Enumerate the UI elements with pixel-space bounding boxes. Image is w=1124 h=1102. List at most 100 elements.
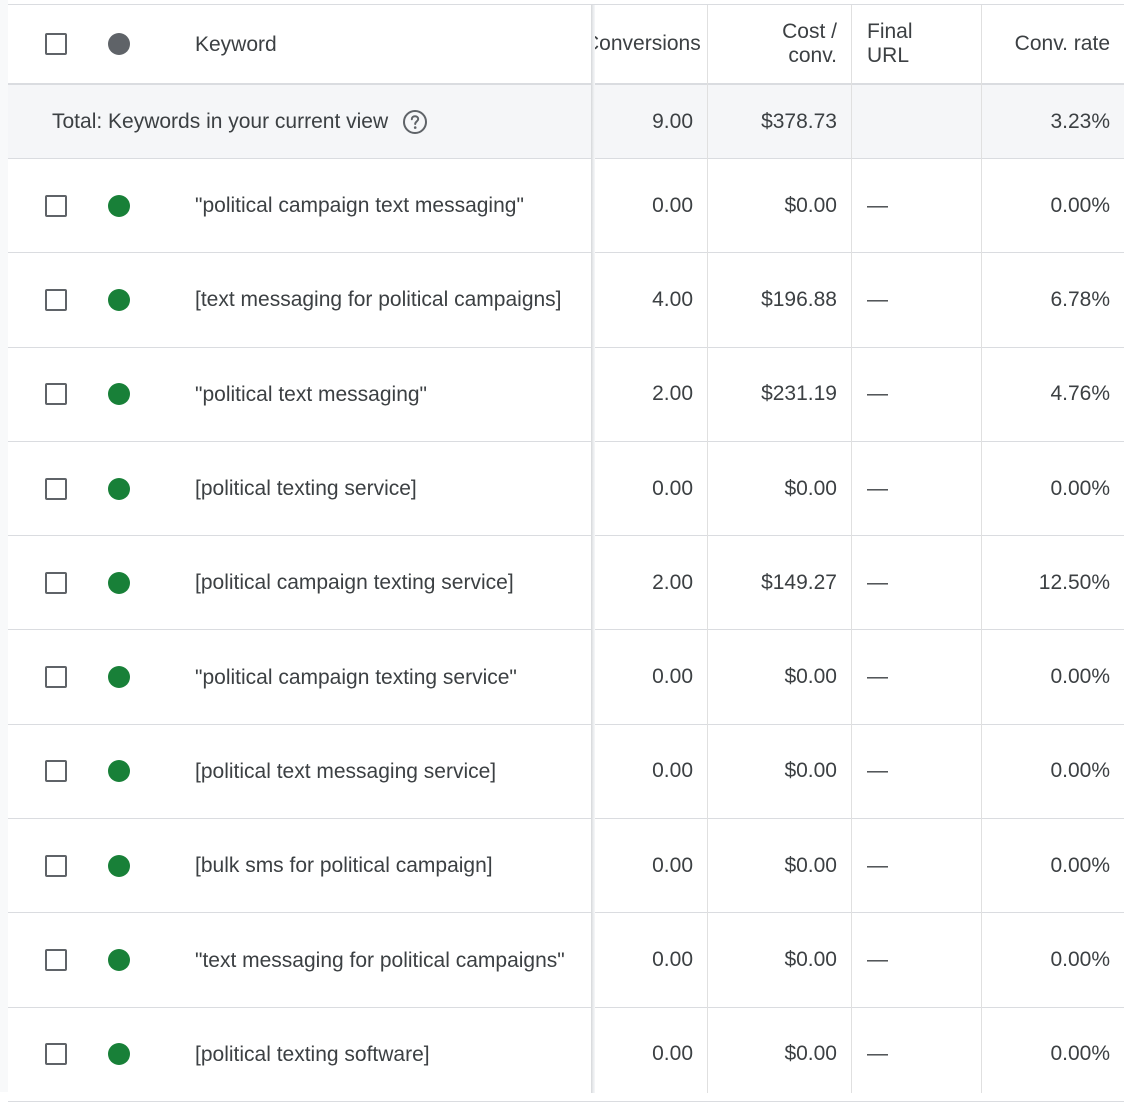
row-checkbox-icon[interactable] [45,383,67,406]
row-checkbox-icon[interactable] [45,854,67,877]
total-final-url [852,85,982,158]
table-row[interactable]: "political campaign text messaging" 0.00 $… [8,159,1124,254]
table-row[interactable]: [political texting service] 0.00 $0.00 — 0.0… [8,442,1124,537]
keyword-cell[interactable]: "political campaign texting service" [195,631,585,724]
conversions-cell: 2.00 [652,570,693,594]
final-url-cell: — [867,476,888,500]
conversions-cell: 0.00 [652,853,693,877]
status-cell[interactable] [108,1008,132,1101]
keyword-cell[interactable]: [political texting service] [195,442,585,535]
keyword-text: "text messaging for political campaigns" [195,948,565,972]
row-checkbox-icon[interactable] [45,194,67,217]
status-cell[interactable] [108,819,132,912]
conversions-cell: 0.00 [652,193,693,217]
status-enabled-dot-icon [108,949,130,972]
keyword-text: [political campaign texting service] [195,571,514,595]
table-row[interactable]: [political text messaging service] 0.00 $0… [8,725,1124,820]
row-select-cell[interactable] [45,725,73,818]
status-enabled-dot-icon [108,571,130,594]
row-checkbox-icon[interactable] [45,288,67,311]
keyword-cell[interactable]: [political campaign texting service] [195,536,585,629]
row-select-cell[interactable] [45,442,73,535]
conversions-column-header[interactable]: Conversions [594,5,708,83]
final-url-cell: — [867,853,888,877]
cost-per-conv-cell: $0.00 [784,1042,837,1066]
conv-rate-cell: 0.00% [1050,193,1110,217]
row-select-cell[interactable] [45,253,73,346]
total-cost-per-conv: $378.73 [761,109,837,133]
row-select-cell[interactable] [45,1008,73,1101]
status-cell[interactable] [108,348,132,441]
keyword-cell[interactable]: "political campaign text messaging" [195,159,585,252]
status-enabled-dot-icon [108,194,130,217]
status-cell[interactable] [108,442,132,535]
table-row[interactable]: [text messaging for political campaigns]… [8,253,1124,348]
cost-per-conv-cell: $0.00 [784,665,837,689]
keyword-cell[interactable]: "political text messaging" [195,348,585,441]
status-cell[interactable] [108,725,132,818]
column-divider [981,5,982,1093]
row-select-cell[interactable] [45,819,73,912]
cost-per-conv-column-header[interactable]: Cost / conv. [708,5,852,83]
keyword-cell[interactable]: [text messaging for political campaigns] [195,253,585,346]
status-enabled-dot-icon [108,288,130,311]
status-cell[interactable] [108,631,132,724]
row-checkbox-icon[interactable] [45,949,67,972]
row-checkbox-icon[interactable] [45,760,67,783]
status-header-cell[interactable] [108,5,132,83]
table-row[interactable]: "political text messaging" 2.00 $231.19 — 4.… [8,348,1124,442]
status-cell[interactable] [108,253,132,346]
select-all-cell[interactable] [45,5,73,83]
row-select-cell[interactable] [45,913,73,1006]
row-checkbox-icon[interactable] [45,477,67,500]
keyword-cell[interactable]: [political texting software] [195,1008,585,1101]
row-select-cell[interactable] [45,159,73,252]
table-row[interactable]: "political campaign texting service" 0.00… [8,631,1124,725]
status-enabled-dot-icon [108,760,130,783]
total-conversions: 9.00 [652,109,693,133]
conv-rate-cell: 0.00% [1050,948,1110,972]
table-row[interactable]: [political campaign texting service] 2.00… [8,536,1124,631]
keyword-column-header[interactable]: Keyword [195,5,585,83]
keyword-cell[interactable]: "text messaging for political campaigns" [195,913,585,1006]
frozen-column-divider [591,5,595,1093]
cost-per-conv-cell: $0.00 [784,759,837,783]
status-cell[interactable] [108,159,132,252]
conv-rate-column-header[interactable]: Conv. rate [982,5,1124,83]
status-enabled-dot-icon [108,854,130,877]
row-checkbox-icon[interactable] [45,571,67,594]
status-cell[interactable] [108,913,132,1006]
conv-rate-cell: 0.00% [1050,476,1110,500]
keyword-text: [bulk sms for political campaign] [195,854,493,878]
status-enabled-dot-icon [108,477,130,500]
conv-rate-cell: 0.00% [1050,665,1110,689]
conversions-cell: 2.00 [652,382,693,406]
conv-rate-cell: 4.76% [1050,382,1110,406]
row-checkbox-icon[interactable] [45,1043,67,1066]
table-row[interactable]: [bulk sms for political campaign] 0.00 $0.… [8,819,1124,914]
final-url-header-line2: URL [867,44,910,67]
column-divider [851,5,852,1093]
select-all-checkbox-icon[interactable] [45,33,67,55]
status-cell[interactable] [108,536,132,629]
help-circle-icon[interactable] [402,109,428,135]
conversions-cell: 0.00 [652,1042,693,1066]
row-checkbox-icon[interactable] [45,666,67,689]
conv-rate-cell: 0.00% [1050,853,1110,877]
table-row[interactable]: "text messaging for political campaigns"… [8,913,1124,1008]
row-select-cell[interactable] [45,631,73,724]
final-url-cell: — [867,570,888,594]
final-url-cell: — [867,759,888,783]
keyword-text: "political campaign texting service" [195,665,517,689]
row-select-cell[interactable] [45,348,73,441]
status-enabled-dot-icon [108,383,130,406]
cost-per-conv-header-line1: Cost / [782,20,837,43]
keyword-text: [political text messaging service] [195,759,497,783]
table-row[interactable]: [political texting software] 0.00 $0.00 — 0.… [8,1008,1124,1102]
conversions-cell: 4.00 [652,287,693,311]
row-select-cell[interactable] [45,536,73,629]
keyword-cell[interactable]: [political text messaging service] [195,725,585,818]
conversions-cell: 0.00 [652,476,693,500]
keyword-cell[interactable]: [bulk sms for political campaign] [195,819,585,912]
final-url-column-header[interactable]: Final URL [852,5,982,83]
